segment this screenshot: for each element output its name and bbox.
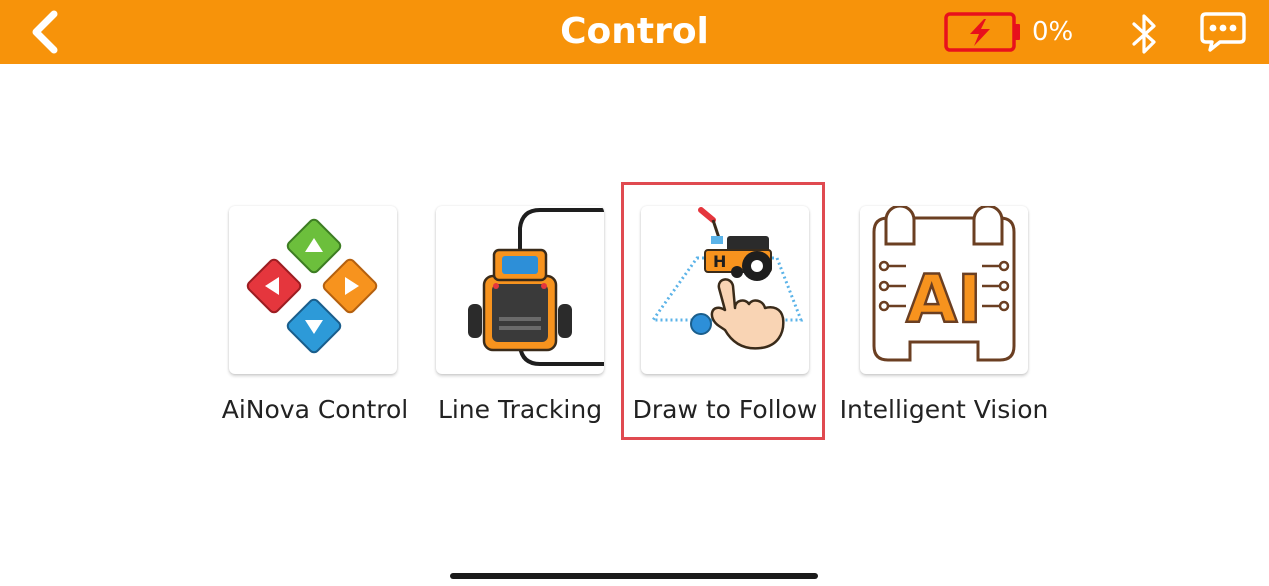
mode-label: Draw to Follow — [632, 395, 818, 424]
chat-bubble-icon[interactable] — [1198, 10, 1248, 54]
battery-percent: 0% — [1032, 17, 1074, 47]
mode-label: Intelligent Vision — [839, 395, 1049, 424]
back-button[interactable] — [22, 8, 70, 56]
svg-text:AI: AI — [906, 261, 982, 338]
mode-ainova-control-tile[interactable] — [229, 206, 397, 374]
line-tracking-robot-icon — [468, 208, 604, 366]
mode-label: AiNova Control — [221, 395, 409, 424]
page-title: Control — [560, 11, 709, 52]
svg-text:H: H — [713, 252, 726, 271]
mode-line-tracking-tile[interactable] — [436, 206, 604, 374]
mode-label: Line Tracking — [437, 395, 603, 424]
chevron-left-icon — [32, 10, 58, 54]
home-indicator[interactable] — [450, 573, 818, 579]
ai-chip-icon: AI — [872, 206, 1016, 362]
direction-pad-icon — [246, 218, 378, 354]
mode-draw-to-follow-tile[interactable]: H — [641, 206, 809, 374]
mode-intelligent-vision-tile[interactable]: AI — [860, 206, 1028, 374]
bluetooth-icon[interactable] — [1124, 12, 1164, 56]
draw-to-follow-icon: H — [650, 207, 804, 350]
battery-charging-icon — [944, 12, 1020, 52]
top-bar: Control 0% — [0, 0, 1269, 64]
